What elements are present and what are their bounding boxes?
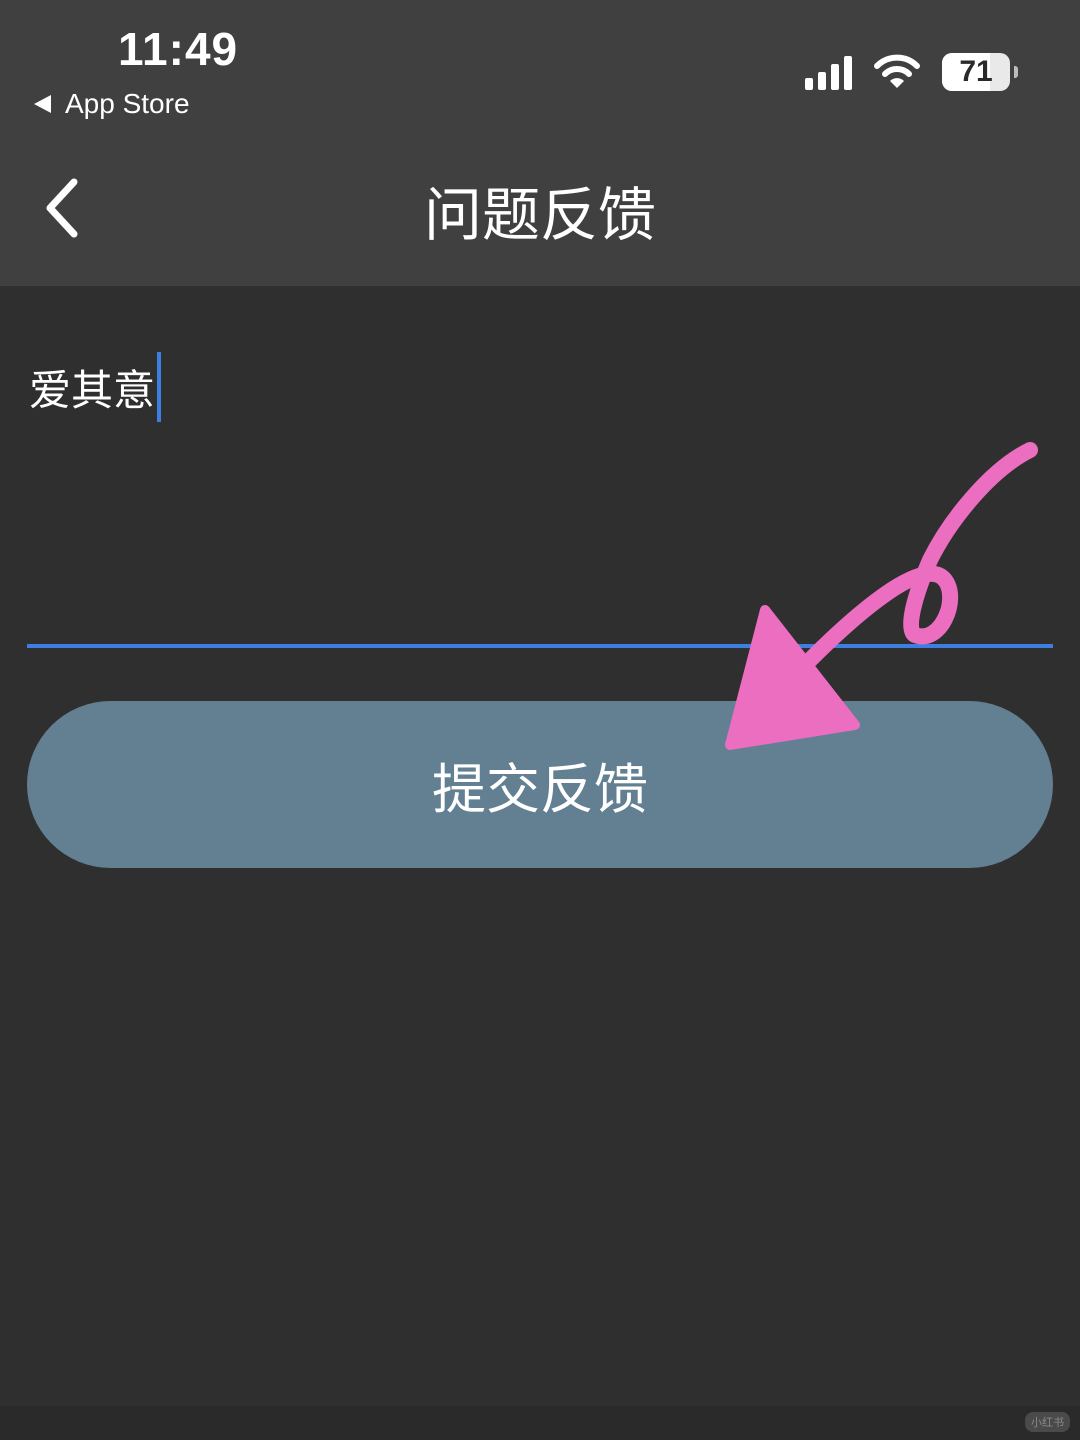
cellular-signal-icon: [805, 54, 852, 90]
wifi-icon: [874, 54, 920, 88]
watermark: 小红书: [1025, 1412, 1070, 1432]
back-to-app-store[interactable]: App Store: [34, 84, 190, 124]
feedback-input[interactable]: 爱其意: [27, 330, 1053, 648]
feedback-input-value: 爱其意: [29, 365, 156, 415]
submit-feedback-label: 提交反馈: [432, 758, 648, 821]
back-to-app-label: App Store: [65, 88, 190, 119]
battery-level: 71: [959, 55, 993, 88]
text-caret: [157, 352, 162, 422]
submit-feedback-button[interactable]: 提交反馈: [27, 701, 1053, 868]
status-icons: 71: [805, 50, 1018, 94]
page-title: 问题反馈: [423, 181, 656, 249]
input-underline: [27, 644, 1053, 648]
status-time: 11:49: [118, 23, 239, 75]
bottom-strip: [0, 1406, 1080, 1440]
back-triangle-icon: [34, 95, 51, 113]
battery-icon: 71: [942, 53, 1018, 91]
